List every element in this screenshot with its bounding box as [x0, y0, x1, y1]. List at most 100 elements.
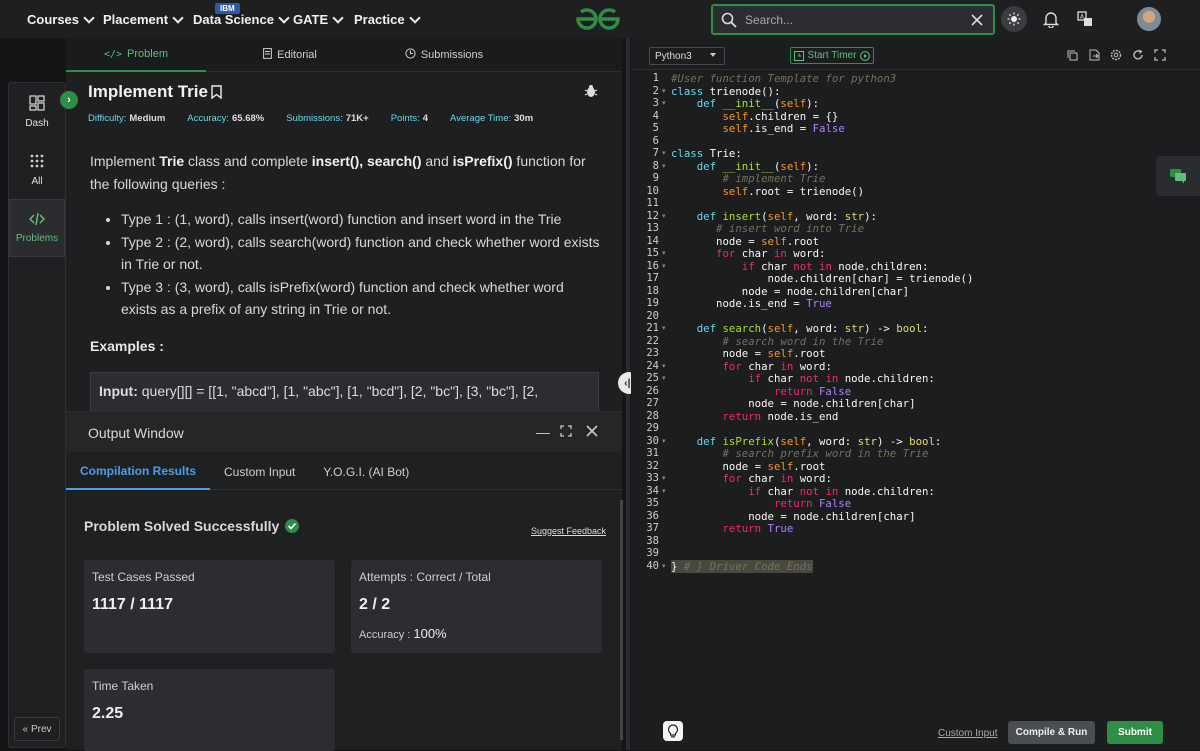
- meta-label: Accuracy:: [187, 113, 229, 124]
- code-tag-icon: </>: [103, 48, 123, 60]
- code-comment: # } Driver Code Ends: [683, 559, 813, 573]
- bookmark-icon[interactable]: [211, 85, 222, 99]
- avatar[interactable]: [1137, 7, 1161, 31]
- chat-icon[interactable]: [1156, 156, 1200, 196]
- line-number: 32: [646, 459, 659, 472]
- fold-caret-icon[interactable]: ▾: [662, 437, 666, 445]
- code-const: False: [812, 384, 852, 398]
- code-text: .children = {}: [748, 109, 839, 123]
- code-text: :: [934, 434, 942, 448]
- nav-data-science[interactable]: IBM Data Science: [193, 3, 290, 27]
- code-fold-marker[interactable]: }: [671, 559, 684, 573]
- fold-caret-icon[interactable]: ▾: [662, 374, 666, 382]
- line-number: 33: [646, 472, 659, 484]
- line-number: 3: [652, 97, 659, 109]
- output-header: Output Window —: [66, 412, 622, 452]
- bell-icon[interactable]: [1040, 8, 1062, 30]
- code-text: char: [761, 484, 800, 498]
- start-timer-button[interactable]: Start Timer: [790, 47, 874, 64]
- lightbulb-icon[interactable]: [663, 721, 683, 741]
- tab-submissions[interactable]: Submissions: [374, 38, 514, 72]
- pane-divider[interactable]: [626, 38, 630, 750]
- test-cases-value: 1117 / 1117: [92, 596, 173, 613]
- sidebar-item-problems[interactable]: Problems: [9, 199, 65, 257]
- document-icon: [263, 48, 273, 62]
- ibm-badge: IBM: [215, 3, 240, 14]
- close-icon[interactable]: [971, 13, 983, 26]
- line-number: 15: [646, 247, 659, 259]
- code-type: bool: [896, 322, 923, 335]
- fold-caret-icon[interactable]: ▾: [662, 99, 666, 107]
- maximize-icon[interactable]: [560, 424, 572, 440]
- code-func: __init__: [722, 159, 774, 173]
- sidebar-item-all[interactable]: All: [9, 141, 65, 199]
- fold-caret-icon[interactable]: ▾: [662, 162, 666, 170]
- code-text: char: [754, 259, 794, 273]
- search-box[interactable]: [711, 4, 995, 35]
- fold-caret-icon[interactable]: ▾: [662, 249, 666, 257]
- gfg-logo-icon[interactable]: [574, 6, 622, 37]
- expand-sidebar-button[interactable]: ›: [60, 91, 78, 109]
- desc-text: class and complete: [184, 153, 312, 169]
- suggest-feedback-link[interactable]: Suggest Feedback: [531, 526, 606, 536]
- theme-toggle-button[interactable]: [1001, 6, 1027, 32]
- tab-problem[interactable]: </> Problem: [66, 38, 206, 72]
- desc-text: and: [421, 153, 453, 169]
- code-line: def isPrefix(self, word: str) -> bool:: [671, 434, 942, 448]
- code-func: search: [722, 322, 762, 335]
- minimize-icon[interactable]: —: [536, 424, 550, 440]
- close-icon[interactable]: [586, 424, 598, 440]
- code-line: return True: [671, 522, 793, 535]
- code-keyword: if: [748, 372, 762, 385]
- translate-icon[interactable]: A: [1074, 8, 1096, 30]
- fullscreen-icon[interactable]: [1153, 48, 1167, 62]
- language-select[interactable]: Python3: [649, 47, 725, 65]
- fold-caret-icon[interactable]: ▾: [662, 324, 666, 332]
- fold-caret-icon[interactable]: ▾: [662, 262, 666, 270]
- nav-courses[interactable]: Courses: [27, 11, 95, 27]
- accuracy-value: 100%: [413, 626, 447, 641]
- file-export-icon[interactable]: [1087, 48, 1101, 62]
- tab-editorial[interactable]: Editorial: [220, 38, 360, 72]
- fold-caret-icon[interactable]: ▾: [662, 487, 666, 495]
- code-keyword: in: [780, 472, 794, 485]
- fold-caret-icon[interactable]: ▾: [662, 149, 666, 157]
- compile-run-button[interactable]: Compile & Run: [1008, 721, 1095, 744]
- nav-gate[interactable]: GATE: [293, 11, 344, 27]
- tab-custom-input[interactable]: Custom Input: [210, 454, 309, 490]
- prev-button[interactable]: «Prev: [14, 717, 60, 741]
- page-title: Implement Trie: [88, 82, 222, 102]
- code-text: char: [741, 472, 781, 485]
- bug-report-icon[interactable]: [584, 84, 598, 103]
- search-input[interactable]: [745, 12, 971, 27]
- sidebar-item-dash[interactable]: Dash: [9, 83, 65, 141]
- tab-compilation-results[interactable]: Compilation Results: [66, 454, 211, 490]
- code-line: self.root = trienode(): [671, 185, 864, 198]
- tab-yogi-bot[interactable]: Y.O.G.I. (AI Bot): [309, 454, 423, 490]
- fold-caret-icon[interactable]: ▾: [662, 212, 666, 220]
- chevron-down-icon: [408, 11, 421, 24]
- code-keyword: def: [671, 322, 723, 335]
- code-text: node = node.children[char]: [671, 509, 916, 523]
- fold-caret-icon[interactable]: ▾: [662, 362, 666, 370]
- language-value: Python3: [655, 50, 692, 62]
- nav-placement[interactable]: Placement: [103, 11, 184, 27]
- fold-caret-icon[interactable]: ▾: [662, 87, 666, 95]
- sidebar-item-label: All: [31, 176, 43, 187]
- reset-icon[interactable]: [1131, 48, 1145, 62]
- submit-button[interactable]: Submit: [1107, 721, 1163, 744]
- output-scrollbar[interactable]: [620, 500, 623, 740]
- nav-practice[interactable]: Practice: [354, 11, 421, 27]
- settings-icon[interactable]: [1109, 48, 1123, 62]
- card-label: Test Cases Passed: [92, 570, 195, 584]
- fold-caret-icon[interactable]: ▾: [662, 562, 666, 570]
- custom-input-link[interactable]: Custom Input: [938, 728, 997, 739]
- copy-icon[interactable]: [1065, 48, 1079, 62]
- chevron-down-icon: [83, 11, 95, 24]
- code-area[interactable]: #User function Template for python3 clas…: [671, 72, 1200, 692]
- output-title: Output Window: [88, 425, 184, 441]
- meta-label: Submissions:: [286, 113, 343, 124]
- output-window: Output Window — Compilation Results Cust…: [66, 411, 622, 751]
- fold-caret-icon[interactable]: ▾: [662, 474, 666, 482]
